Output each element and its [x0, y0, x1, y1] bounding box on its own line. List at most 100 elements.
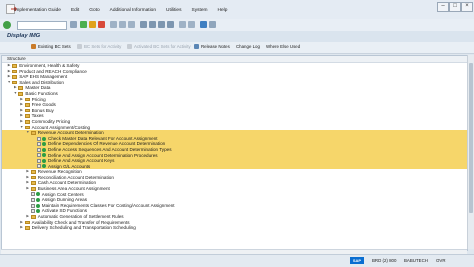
previous-page-icon[interactable] — [149, 21, 156, 28]
img-structure-tree: Structure ▶ Environment, Health & Safety ▶… — [1, 55, 468, 251]
find-next-icon[interactable] — [128, 21, 135, 28]
folder-icon — [24, 114, 30, 118]
print-icon[interactable] — [110, 21, 117, 28]
change-log-button[interactable]: Change Log — [236, 44, 260, 49]
release-notes-label: Release Notes — [201, 44, 230, 49]
folder-icon — [18, 91, 24, 96]
execute-icon[interactable] — [42, 153, 46, 158]
folder-icon — [30, 131, 36, 135]
execute-icon[interactable] — [35, 203, 40, 208]
layout-menu-icon[interactable] — [209, 21, 216, 28]
documentation-icon[interactable] — [37, 136, 41, 141]
sap-gui-window: Implementation Guide Edit Goto Additiona… — [0, 0, 474, 267]
bc-set-activity-icon — [77, 44, 82, 49]
folder-icon — [18, 86, 24, 90]
next-page-icon[interactable] — [158, 21, 165, 28]
bc-sets-for-activity-button[interactable]: BC Sets for Activity — [77, 44, 121, 49]
last-page-icon[interactable] — [167, 21, 174, 28]
tree-node[interactable]: ▶ Delivery Scheduling and Transportation … — [2, 225, 467, 231]
folder-icon — [30, 187, 36, 191]
exit-transaction-icon[interactable] — [89, 21, 96, 28]
folder-icon — [24, 125, 30, 130]
help-icon[interactable] — [200, 21, 207, 28]
vertical-scrollbar[interactable] — [467, 55, 474, 249]
documentation-icon[interactable] — [30, 192, 35, 197]
tree-node-label[interactable]: Delivery Scheduling and Transportation S… — [32, 225, 136, 231]
existing-bc-sets-label: Existing BC Sets — [38, 44, 71, 49]
execute-icon[interactable] — [42, 136, 46, 141]
folder-icon — [24, 97, 30, 102]
menu-system[interactable]: System — [192, 8, 208, 13]
minimize-button[interactable]: – — [437, 2, 449, 12]
folder-icon — [30, 215, 36, 219]
documentation-icon[interactable] — [30, 198, 35, 203]
folder-icon — [24, 103, 30, 107]
status-server: BABUTECH — [404, 258, 428, 263]
find-icon[interactable] — [119, 21, 126, 28]
application-toolbar: Existing BC Sets BC Sets for Activity Ac… — [0, 42, 474, 54]
documentation-icon[interactable] — [30, 209, 35, 214]
execute-icon[interactable] — [42, 147, 46, 152]
documentation-icon[interactable] — [37, 158, 41, 163]
documentation-icon[interactable] — [37, 153, 41, 158]
command-field[interactable] — [17, 21, 67, 30]
status-bar: SAP BRD (2) 800 BABUTECH OVR — [0, 254, 474, 267]
folder-icon — [12, 64, 18, 68]
expand-arrow-icon[interactable]: ▶ — [20, 225, 24, 231]
where-else-used-button[interactable]: Where Else Used — [266, 44, 300, 49]
menu-list: Implementation Guide Edit Goto Additiona… — [14, 8, 227, 13]
menu-help[interactable]: Help — [218, 8, 228, 13]
documentation-icon[interactable] — [37, 142, 41, 147]
status-mode: OVR — [436, 258, 446, 263]
execute-icon[interactable] — [42, 142, 46, 147]
menu-edit[interactable]: Edit — [71, 8, 79, 13]
folder-icon — [30, 170, 36, 174]
existing-bc-sets-button[interactable]: Existing BC Sets — [31, 44, 71, 49]
folder-icon — [24, 119, 30, 124]
folder-icon — [12, 80, 18, 85]
documentation-icon[interactable] — [37, 164, 41, 169]
back-icon[interactable] — [80, 21, 87, 28]
folder-icon — [24, 108, 30, 113]
structure-header: Structure — [2, 56, 467, 63]
status-system: BRD (2) 800 — [372, 258, 397, 263]
page-title: Display IMG — [7, 33, 41, 39]
folder-icon — [30, 181, 36, 186]
cancel-icon[interactable] — [98, 21, 105, 28]
activated-bc-sets-button[interactable]: Activated BC Sets for Activity — [127, 44, 191, 49]
tree-rows: ▶ Environment, Health & Safety ▶ Product an… — [2, 63, 467, 231]
folder-icon — [24, 226, 30, 230]
release-notes-icon — [194, 44, 199, 49]
close-button[interactable]: × — [461, 2, 473, 12]
new-session-icon[interactable] — [179, 21, 186, 28]
documentation-icon[interactable] — [37, 147, 41, 152]
menu-additional-information[interactable]: Additional Information — [110, 8, 156, 13]
menu-bar: Implementation Guide Edit Goto Additiona… — [0, 0, 474, 20]
documentation-icon[interactable] — [30, 203, 35, 208]
folder-icon — [12, 69, 18, 74]
release-notes-button[interactable]: Release Notes — [194, 44, 230, 49]
execute-icon[interactable] — [35, 198, 40, 203]
where-else-used-label: Where Else Used — [266, 44, 301, 49]
folder-icon — [24, 220, 30, 225]
enter-icon[interactable] — [3, 21, 11, 29]
change-log-label: Change Log — [236, 44, 260, 49]
shortcut-icon[interactable] — [188, 21, 195, 28]
maximize-button[interactable]: □ — [449, 2, 461, 12]
menu-utilities[interactable]: Utilities — [166, 8, 181, 13]
scrollbar-thumb[interactable] — [469, 63, 473, 213]
first-page-icon[interactable] — [140, 21, 147, 28]
save-icon[interactable] — [70, 21, 77, 28]
menu-goto[interactable]: Goto — [89, 8, 99, 13]
folder-icon — [12, 75, 18, 79]
execute-icon[interactable] — [42, 158, 46, 163]
execute-icon[interactable] — [42, 164, 46, 169]
bc-set-icon — [31, 44, 36, 49]
bc-sets-for-activity-label: BC Sets for Activity — [84, 44, 122, 49]
execute-icon[interactable] — [35, 209, 40, 214]
menu-implementation-guide[interactable]: Implementation Guide — [14, 8, 61, 13]
sap-logo: SAP — [350, 257, 364, 264]
activated-bc-sets-label: Activated BC Sets for Activity — [134, 44, 191, 49]
execute-icon[interactable] — [35, 192, 40, 197]
folder-icon — [30, 175, 36, 180]
